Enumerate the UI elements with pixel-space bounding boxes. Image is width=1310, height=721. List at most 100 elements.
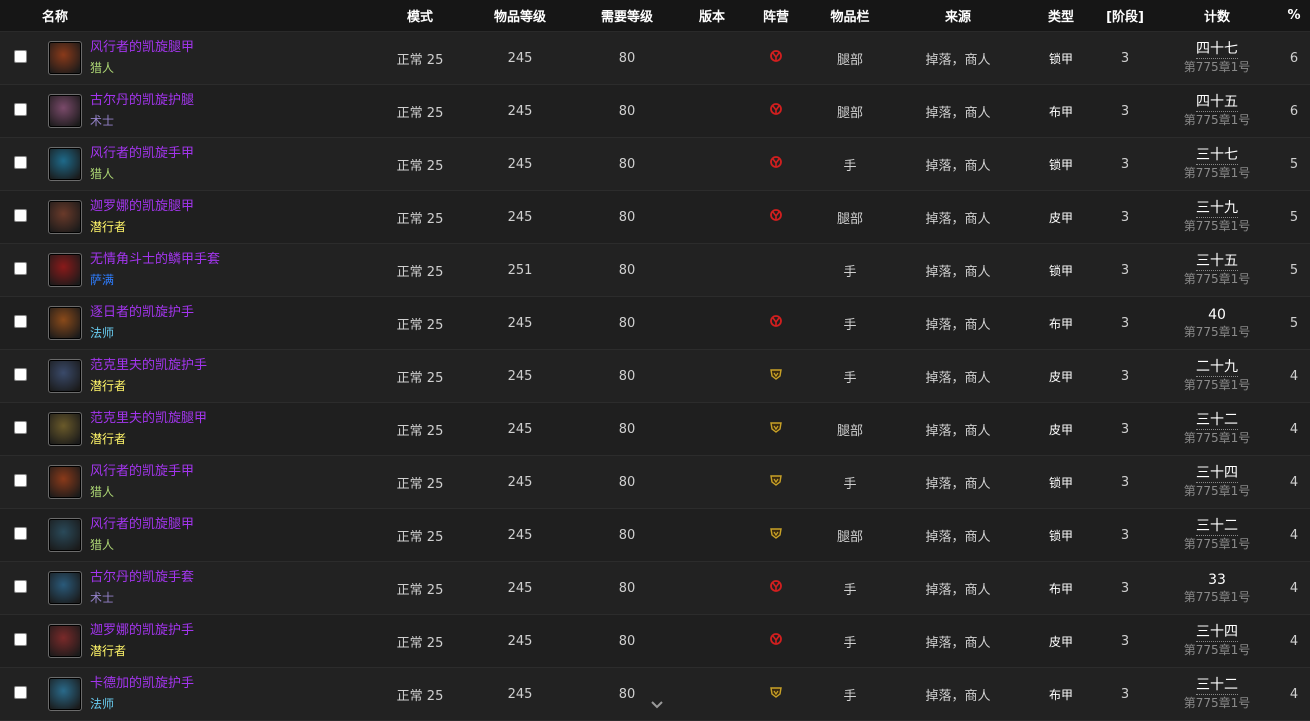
item-name-link[interactable]: 古尔丹的凯旋护腿 <box>90 91 194 111</box>
row-checkbox-cell <box>0 85 40 138</box>
table-row[interactable]: 卡德加的凯旋护手 法师 正常 25 245 80 手 掉落，商人 布甲 3 三十… <box>0 667 1310 721</box>
count-value: 四十五 <box>1196 94 1239 112</box>
slot-cell: 腿部 <box>837 211 864 227</box>
item-name-link[interactable]: 风行者的凯旋腿甲 <box>90 515 194 535</box>
row-checkbox[interactable] <box>13 102 27 116</box>
leg-armor-icon[interactable] <box>48 518 82 552</box>
item-cell: 范克里夫的凯旋护手 潜行者 <box>40 350 370 403</box>
table-row[interactable]: 无情角斗士的鳞甲手套 萨满 正常 25 251 80 手 掉落，商人 锁甲 3 … <box>0 243 1310 297</box>
row-checkbox-cell <box>0 350 40 403</box>
header-version[interactable]: 版本 <box>684 0 741 32</box>
phase-cell: 3 <box>1120 686 1130 702</box>
leg-armor-icon[interactable] <box>48 412 82 446</box>
row-checkbox[interactable] <box>13 632 27 646</box>
header-req-level[interactable]: 需要等级 <box>570 0 685 32</box>
row-checkbox[interactable] <box>13 685 27 699</box>
leg-armor-icon[interactable] <box>48 94 82 128</box>
table-row[interactable]: 迦罗娜的凯旋护手 潜行者 正常 25 245 80 手 掉落，商人 皮甲 3 三… <box>0 614 1310 668</box>
item-name-link[interactable]: 无情角斗士的鳞甲手套 <box>90 250 220 270</box>
header-percent[interactable]: % <box>1278 0 1310 32</box>
table-row[interactable]: 风行者的凯旋手甲 猎人 正常 25 245 80 手 掉落，商人 锁甲 3 三十… <box>0 455 1310 509</box>
gauntlet-icon[interactable] <box>48 465 82 499</box>
alliance-icon <box>770 369 782 380</box>
version-cell <box>684 509 740 562</box>
row-checkbox[interactable] <box>13 579 27 593</box>
item-level-cell: 245 <box>507 368 533 384</box>
header-source[interactable]: 来源 <box>888 0 1029 32</box>
row-checkbox[interactable] <box>13 49 27 63</box>
count-value: 三十二 <box>1196 412 1239 430</box>
gauntlet-icon[interactable] <box>48 359 82 393</box>
item-name-link[interactable]: 风行者的凯旋腿甲 <box>90 38 194 58</box>
row-checkbox[interactable] <box>13 526 27 540</box>
slot-cell: 腿部 <box>837 105 864 121</box>
item-name-link[interactable]: 范克里夫的凯旋护手 <box>90 356 207 376</box>
row-checkbox[interactable] <box>13 261 27 275</box>
gauntlet-icon[interactable] <box>48 677 82 711</box>
leg-armor-icon[interactable] <box>48 41 82 75</box>
item-name-link[interactable]: 迦罗娜的凯旋腿甲 <box>90 197 194 217</box>
gauntlet-icon[interactable] <box>48 253 82 287</box>
count-date: 第775章1号 <box>1183 643 1251 657</box>
req-level-cell: 80 <box>618 262 636 278</box>
header-phase[interactable]: [阶段] <box>1094 0 1157 32</box>
table-row[interactable]: 范克里夫的凯旋护手 潜行者 正常 25 245 80 手 掉落，商人 皮甲 3 … <box>0 349 1310 403</box>
header-faction[interactable]: 阵营 <box>740 0 813 32</box>
item-name-link[interactable]: 卡德加的凯旋护手 <box>90 674 194 694</box>
item-name-link[interactable]: 逐日者的凯旋护手 <box>90 303 194 323</box>
header-mode[interactable]: 模式 <box>370 0 471 32</box>
row-checkbox[interactable] <box>13 155 27 169</box>
table-row[interactable]: 风行者的凯旋手甲 猎人 正常 25 245 80 手 掉落，商人 锁甲 3 三十… <box>0 137 1310 191</box>
type-cell: 锁甲 <box>1049 263 1074 278</box>
type-cell: 皮甲 <box>1049 634 1074 649</box>
gauntlet-icon[interactable] <box>48 624 82 658</box>
item-class-label: 猎人 <box>90 167 115 181</box>
item-name-link[interactable]: 风行者的凯旋手甲 <box>90 462 194 482</box>
version-cell <box>684 85 740 138</box>
header-type[interactable]: 类型 <box>1028 0 1095 32</box>
horde-icon <box>770 633 782 645</box>
table-row[interactable]: 风行者的凯旋腿甲 猎人 正常 25 245 80 腿部 掉落，商人 锁甲 3 三… <box>0 508 1310 562</box>
count-cell: 三十二 第775章1号 <box>1156 668 1278 721</box>
header-name[interactable]: 名称 <box>0 0 371 32</box>
table-row[interactable]: 范克里夫的凯旋腿甲 潜行者 正常 25 245 80 腿部 掉落，商人 皮甲 3… <box>0 402 1310 456</box>
version-cell <box>684 456 740 509</box>
alliance-icon <box>770 475 782 486</box>
item-class-label: 萨满 <box>90 273 115 287</box>
row-checkbox[interactable] <box>13 420 27 434</box>
version-cell <box>684 244 740 297</box>
count-date: 第775章1号 <box>1183 696 1251 710</box>
item-name-link[interactable]: 古尔丹的凯旋手套 <box>90 568 194 588</box>
gauntlet-icon[interactable] <box>48 571 82 605</box>
table-row[interactable]: 古尔丹的凯旋护腿 术士 正常 25 245 80 腿部 掉落，商人 布甲 3 四… <box>0 84 1310 138</box>
table-row[interactable]: 逐日者的凯旋护手 法师 正常 25 245 80 手 掉落，商人 布甲 3 40… <box>0 296 1310 350</box>
item-name-link[interactable]: 范克里夫的凯旋腿甲 <box>90 409 207 429</box>
leg-armor-icon[interactable] <box>48 200 82 234</box>
table-row[interactable]: 古尔丹的凯旋手套 术士 正常 25 245 80 手 掉落，商人 布甲 3 33… <box>0 561 1310 615</box>
header-count[interactable]: 计数 <box>1156 0 1279 32</box>
horde-icon <box>770 580 782 592</box>
row-checkbox-cell <box>0 456 40 509</box>
row-checkbox[interactable] <box>13 473 27 487</box>
count-cell: 三十二 第775章1号 <box>1156 403 1278 456</box>
faction-cell <box>740 615 812 668</box>
item-name-link[interactable]: 迦罗娜的凯旋护手 <box>90 621 194 641</box>
table-row[interactable]: 迦罗娜的凯旋腿甲 潜行者 正常 25 245 80 腿部 掉落，商人 皮甲 3 … <box>0 190 1310 244</box>
item-name-link[interactable]: 风行者的凯旋手甲 <box>90 144 194 164</box>
row-checkbox[interactable] <box>13 208 27 222</box>
item-cell: 无情角斗士的鳞甲手套 萨满 <box>40 244 370 297</box>
percent-cell: 4 <box>1289 633 1299 649</box>
chevron-down-icon[interactable] <box>650 698 664 712</box>
header-item-level[interactable]: 物品等级 <box>470 0 571 32</box>
row-checkbox[interactable] <box>13 314 27 328</box>
gauntlet-icon[interactable] <box>48 306 82 340</box>
mode-cell: 正常 25 <box>396 105 444 121</box>
table-row[interactable]: 风行者的凯旋腿甲 猎人 正常 25 245 80 腿部 掉落，商人 锁甲 3 四… <box>0 31 1310 85</box>
slot-cell: 手 <box>843 635 857 651</box>
mode-cell: 正常 25 <box>396 635 444 651</box>
header-slot[interactable]: 物品栏 <box>812 0 889 32</box>
row-checkbox-cell <box>0 138 40 191</box>
gauntlet-icon[interactable] <box>48 147 82 181</box>
row-checkbox[interactable] <box>13 367 27 381</box>
phase-cell: 3 <box>1120 315 1130 331</box>
